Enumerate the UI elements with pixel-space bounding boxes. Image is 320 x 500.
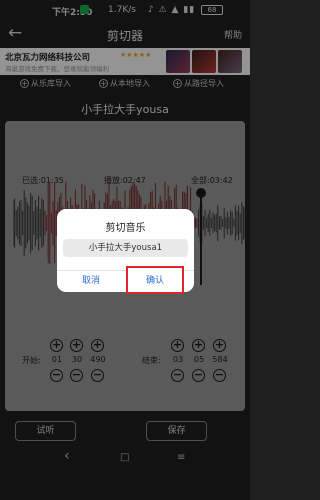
filename-input[interactable]: 小手拉大手yousa1 — [63, 239, 188, 257]
cancel-button[interactable]: 取消 — [57, 271, 125, 292]
confirm-button[interactable]: 确认 — [126, 266, 184, 294]
cut-music-dialog: 剪切音乐 小手拉大手yousa1 取消 确认 — [57, 209, 194, 294]
dialog-title: 剪切音乐 — [105, 223, 146, 234]
